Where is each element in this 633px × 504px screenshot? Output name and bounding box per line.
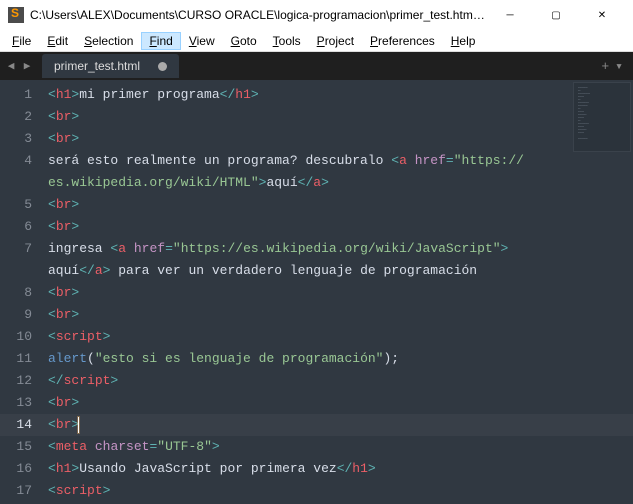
maximize-button[interactable]: ▢ bbox=[533, 0, 579, 30]
window-title: C:\Users\ALEX\Documents\CURSO ORACLE\log… bbox=[30, 8, 487, 22]
code-line[interactable]: aquí</a> para ver un verdadero lenguaje … bbox=[48, 260, 633, 282]
minimize-button[interactable]: ​─ bbox=[487, 0, 533, 30]
line-number: 11 bbox=[0, 348, 32, 370]
code-line[interactable]: </script> bbox=[48, 370, 633, 392]
code-line[interactable]: <script> bbox=[48, 326, 633, 348]
menu-find[interactable]: Find bbox=[141, 32, 180, 50]
code-line[interactable]: <br> bbox=[48, 194, 633, 216]
line-number: 7 bbox=[0, 238, 32, 260]
new-tab-icon[interactable]: + bbox=[601, 59, 609, 74]
line-number: 13 bbox=[0, 392, 32, 414]
tab-primer-test[interactable]: primer_test.html bbox=[42, 54, 179, 78]
menubar: FileEditSelectionFindViewGotoToolsProjec… bbox=[0, 30, 633, 52]
line-number: 9 bbox=[0, 304, 32, 326]
editor[interactable]: 1234 567 89101112131415161718192021 <h1>… bbox=[0, 80, 633, 504]
code-line[interactable]: <br> bbox=[48, 216, 633, 238]
line-number-gutter: 1234 567 89101112131415161718192021 bbox=[0, 80, 42, 504]
line-number: 16 bbox=[0, 458, 32, 480]
line-number: 17 bbox=[0, 480, 32, 502]
line-number: 1 bbox=[0, 84, 32, 106]
line-number: 5 bbox=[0, 194, 32, 216]
dirty-indicator-icon bbox=[158, 62, 167, 71]
menu-selection[interactable]: Selection bbox=[76, 32, 141, 50]
code-line[interactable]: <br> bbox=[48, 106, 633, 128]
menu-file[interactable]: File bbox=[4, 32, 39, 50]
code-line[interactable]: <h1>mi primer programa</h1> bbox=[48, 84, 633, 106]
close-button[interactable]: ✕ bbox=[579, 0, 625, 30]
code-area[interactable]: <h1>mi primer programa</h1><br><br>será … bbox=[42, 80, 633, 504]
code-line[interactable]: alert("esto si es lenguaje de programaci… bbox=[48, 348, 633, 370]
tab-history-forward-icon[interactable]: ▶ bbox=[20, 59, 34, 73]
menu-project[interactable]: Project bbox=[309, 32, 362, 50]
text-caret bbox=[78, 417, 79, 433]
menu-help[interactable]: Help bbox=[443, 32, 484, 50]
code-line[interactable]: <h1>Usando JavaScript por primera vez</h… bbox=[48, 458, 633, 480]
line-number: 8 bbox=[0, 282, 32, 304]
line-number: 15 bbox=[0, 436, 32, 458]
menu-tools[interactable]: Tools bbox=[265, 32, 309, 50]
line-number: 3 bbox=[0, 128, 32, 150]
code-line[interactable]: <script> bbox=[48, 480, 633, 502]
line-number: 4 bbox=[0, 150, 32, 172]
tab-history-back-icon[interactable]: ◀ bbox=[4, 59, 18, 73]
code-line[interactable]: <meta charset="UTF-8"> bbox=[48, 436, 633, 458]
code-line[interactable]: <br> bbox=[48, 282, 633, 304]
window-titlebar: C:\Users\ALEX\Documents\CURSO ORACLE\log… bbox=[0, 0, 633, 30]
minimap-content: ▬▬▬▬▬▬▬▬ ▬▬ ▬▬▬▬▬▬▬▬▬▬ ▬▬▬▬▬ ▬▬ ▬▬▬▬▬▬▬▬… bbox=[574, 83, 630, 143]
line-number: 6 bbox=[0, 216, 32, 238]
tab-label: primer_test.html bbox=[54, 59, 140, 73]
menu-view[interactable]: View bbox=[181, 32, 223, 50]
line-number: 2 bbox=[0, 106, 32, 128]
code-line[interactable]: <br> bbox=[48, 414, 633, 436]
app-icon bbox=[8, 7, 24, 23]
line-number bbox=[0, 260, 32, 282]
menu-preferences[interactable]: Preferences bbox=[362, 32, 443, 50]
line-number bbox=[0, 172, 32, 194]
tabstrip: ◀ ▶ primer_test.html + ▾ bbox=[0, 52, 633, 80]
code-line[interactable]: <br> bbox=[48, 304, 633, 326]
code-line[interactable]: <br> bbox=[48, 392, 633, 414]
menu-edit[interactable]: Edit bbox=[39, 32, 76, 50]
tab-menu-icon[interactable]: ▾ bbox=[615, 59, 623, 74]
menu-goto[interactable]: Goto bbox=[223, 32, 265, 50]
minimap[interactable]: ▬▬▬▬▬▬▬▬ ▬▬ ▬▬▬▬▬▬▬▬▬▬ ▬▬▬▬▬ ▬▬ ▬▬▬▬▬▬▬▬… bbox=[573, 82, 631, 152]
code-line[interactable]: <br> bbox=[48, 128, 633, 150]
line-number: 10 bbox=[0, 326, 32, 348]
line-number: 12 bbox=[0, 370, 32, 392]
code-line[interactable]: es.wikipedia.org/wiki/HTML">aquí</a> bbox=[48, 172, 633, 194]
code-line[interactable]: será esto realmente un programa? descubr… bbox=[48, 150, 633, 172]
code-line[interactable]: ingresa <a href="https://es.wikipedia.or… bbox=[48, 238, 633, 260]
